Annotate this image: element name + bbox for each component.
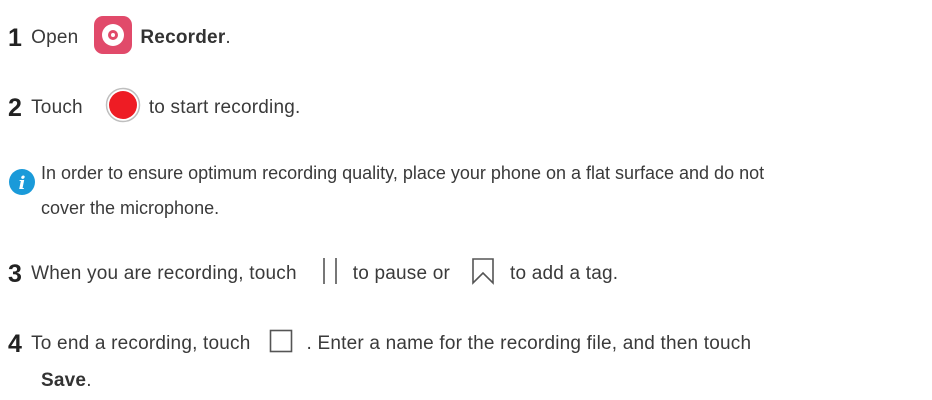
step-text-end: . [225,27,231,48]
record-button-icon [105,87,141,129]
step-text: When you are recording, touch [31,263,297,284]
bookmark-tag-icon [470,257,496,291]
step-text-end: . Enter a name for the recording file, a… [306,333,752,354]
pause-icon [321,256,339,292]
svg-text:i: i [19,173,26,194]
step-number: 2 [8,93,23,122]
step-3: 3 When you are recording, touch to pause… [0,254,618,294]
info-icon: i [8,168,36,201]
step-text: Open [31,27,79,48]
save-label: Save [41,370,87,391]
note-line-2: cover the microphone. [41,198,220,218]
step-1: 1 Open Recorder . [0,16,231,60]
step-text: Touch [31,97,83,118]
step-text-middle: to pause or [352,263,450,284]
recorder-app-icon [94,16,133,60]
step-4-continued: Save . [41,366,92,396]
step-number: 1 [8,23,23,52]
step-text-end: to add a tag. [510,263,619,284]
step-text-end: to start recording. [148,97,301,118]
step-number: 4 [8,329,23,358]
step-number: 3 [8,259,23,288]
stop-icon [269,329,293,359]
recorder-app-name: Recorder [140,27,226,48]
note-line-1: In order to ensure optimum recording qua… [41,163,765,183]
save-period: . [86,370,92,391]
step-2: 2 Touch to start recording. [0,87,301,129]
step-text: To end a recording, touch [31,333,251,354]
step-4: 4 To end a recording, touch . Enter a na… [0,324,751,364]
